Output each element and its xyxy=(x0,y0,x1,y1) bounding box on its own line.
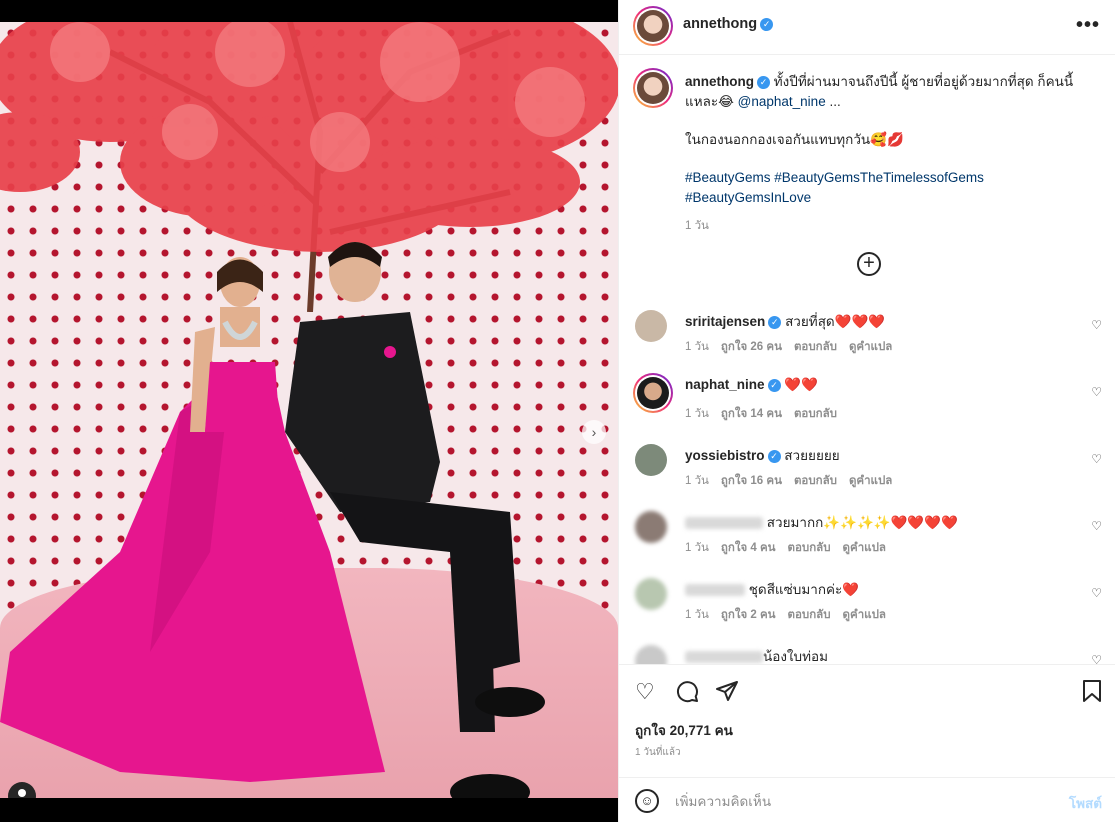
comment-time: 1 วัน xyxy=(685,475,709,487)
comment-item: yossiebistro ✓ สวยยยยย 1 วัน ถูกใจ 16 คน … xyxy=(619,438,1115,498)
comment-time: 1 วัน xyxy=(685,408,709,420)
comment-line: yossiebistro ✓ สวยยยยย xyxy=(685,444,1065,466)
comment-meta: 1 วัน ถูกใจ 14 คน ตอบกลับ xyxy=(685,405,837,423)
caption-mention-link[interactable]: @naphat_nine xyxy=(738,94,826,109)
author-avatar[interactable] xyxy=(633,6,673,46)
comment-line: ชุดสีแซ่บมากค่ะ❤️ xyxy=(685,578,1065,600)
post-age: 1 วันที่แล้ว xyxy=(635,747,681,758)
like-heart-icon[interactable]: ♡ xyxy=(635,679,661,705)
comment-time: 1 วัน xyxy=(685,542,709,554)
comment-like-heart-icon[interactable]: ♡ xyxy=(1091,586,1102,600)
woman-figure xyxy=(190,257,280,432)
verified-badge-icon: ✓ xyxy=(760,17,774,31)
man-figure xyxy=(285,242,545,798)
caption-author-avatar[interactable] xyxy=(633,68,673,108)
caption-text-2: ในกองนอกกองเจอกันแทบทุกวัน🥰💋 xyxy=(685,132,904,147)
comment-like-heart-icon[interactable]: ♡ xyxy=(1091,519,1102,533)
comment-item: sriritajensen ✓ สวยที่สุด❤️❤️❤️ 1 วัน ถูก… xyxy=(619,304,1115,364)
author-username-text[interactable]: annethong xyxy=(683,16,757,32)
reply-button[interactable]: ตอบกลับ xyxy=(788,606,831,624)
redacted-username[interactable] xyxy=(685,517,763,530)
likes-count[interactable]: ถูกใจ 20,771 คน xyxy=(635,719,733,741)
post-side-panel: annethong ✓ ••• annethong ✓ ทั้งปีที่ผ่านม… xyxy=(618,0,1115,822)
comment-like-heart-icon[interactable]: ♡ xyxy=(1091,452,1102,466)
comment-likes[interactable]: ถูกใจ 2 คน xyxy=(721,606,776,624)
redacted-username[interactable] xyxy=(685,584,745,597)
user-icon xyxy=(18,789,26,797)
comment-line: น้องใบท่อม xyxy=(685,645,1065,664)
comment-text: ชุดสีแซ่บมากค่ะ❤️ xyxy=(748,582,860,597)
comment-likes[interactable]: ถูกใจ 16 คน xyxy=(721,472,782,490)
comment-item: น้องใบท่อม ♡ xyxy=(619,639,1115,664)
comment-text: สวยมากก✨✨✨✨❤️❤️❤️❤️ xyxy=(766,515,958,530)
comment-item: สวยมากก✨✨✨✨❤️❤️❤️❤️ 1 วัน ถูกใจ 4 คน ตอบ… xyxy=(619,505,1115,565)
comment-item: ชุดสีแซ่บมากค่ะ❤️ 1 วัน ถูกใจ 2 คน ตอบกล… xyxy=(619,572,1115,632)
translate-button[interactable]: ดูคำแปล xyxy=(843,606,886,624)
comment-meta: 1 วัน ถูกใจ 2 คน ตอบกลับ ดูคำแปล xyxy=(685,606,886,624)
commenter-avatar[interactable] xyxy=(633,373,673,413)
reply-button[interactable]: ตอบกลับ xyxy=(788,539,831,557)
comment-likes[interactable]: ถูกใจ 4 คน xyxy=(721,539,776,557)
commenter-username[interactable]: yossiebistro xyxy=(685,448,765,463)
post-caption: annethong ✓ ทั้งปีที่ผ่านมาจนถึงปีนี้ ผู้… xyxy=(685,72,1100,236)
more-options-icon[interactable]: ••• xyxy=(1076,14,1100,37)
load-more-comments-button[interactable]: + xyxy=(857,252,881,276)
verified-badge-icon: ✓ xyxy=(767,449,781,463)
verified-badge-icon: ✓ xyxy=(757,75,770,89)
post-actions: ♡ ถูกใจ 20,771 คน 1 วันที่แล้ว xyxy=(619,664,1115,774)
comment-time: 1 วัน xyxy=(685,609,709,621)
reply-button[interactable]: ตอบกลับ xyxy=(794,405,837,423)
post-photo: › xyxy=(0,22,618,798)
verified-badge-icon: ✓ xyxy=(767,378,781,392)
tagged-users-button[interactable] xyxy=(8,782,36,798)
comment-bubble-icon[interactable] xyxy=(675,679,701,705)
author-username[interactable]: annethong ✓ xyxy=(683,16,774,32)
reply-button[interactable]: ตอบกลับ xyxy=(794,472,837,490)
emoji-icon[interactable]: ☺ xyxy=(635,789,659,813)
add-comment-bar: ☺ โพสต์ xyxy=(619,777,1115,822)
commenter-avatar[interactable] xyxy=(635,310,667,342)
translate-button[interactable]: ดูคำแปล xyxy=(849,338,892,356)
translate-button[interactable]: ดูคำแปล xyxy=(849,472,892,490)
comment-text: น้องใบท่อม xyxy=(763,649,828,664)
comment-text: สวยที่สุด❤️❤️❤️ xyxy=(785,314,886,329)
redacted-username[interactable] xyxy=(685,651,763,664)
share-plane-icon[interactable] xyxy=(715,679,741,705)
comment-text: สวยยยยย xyxy=(784,448,840,463)
caption-more[interactable]: ... xyxy=(829,94,840,109)
save-bookmark-icon[interactable] xyxy=(1081,679,1107,705)
caption-username[interactable]: annethong xyxy=(685,74,754,89)
commenter-username[interactable]: naphat_nine xyxy=(685,377,765,392)
comment-meta: 1 วัน ถูกใจ 26 คน ตอบกลับ ดูคำแปล xyxy=(685,338,892,356)
comment-like-heart-icon[interactable]: ♡ xyxy=(1091,653,1102,664)
post-comment-button[interactable]: โพสต์ xyxy=(1069,792,1102,814)
caption-hashtags[interactable]: #BeautyGems #BeautyGemsTheTimelessofGems… xyxy=(685,168,1100,208)
translate-button[interactable]: ดูคำแปล xyxy=(843,539,886,557)
comment-meta: 1 วัน ถูกใจ 16 คน ตอบกลับ ดูคำแปล xyxy=(685,472,892,490)
commenter-avatar[interactable] xyxy=(635,511,667,543)
comment-line: sriritajensen ✓ สวยที่สุด❤️❤️❤️ xyxy=(685,310,1065,332)
post-media[interactable]: › xyxy=(0,0,618,822)
commenter-avatar[interactable] xyxy=(635,645,667,664)
comment-text: ❤️❤️ xyxy=(784,377,818,392)
comment-input[interactable] xyxy=(675,790,1035,812)
commenter-avatar[interactable] xyxy=(635,444,667,476)
comment-likes[interactable]: ถูกใจ 26 คน xyxy=(721,338,782,356)
comment-likes[interactable]: ถูกใจ 14 คน xyxy=(721,405,782,423)
comment-line: สวยมากก✨✨✨✨❤️❤️❤️❤️ xyxy=(685,511,1065,533)
comment-time: 1 วัน xyxy=(685,341,709,353)
comment-like-heart-icon[interactable]: ♡ xyxy=(1091,385,1102,399)
comment-meta: 1 วัน ถูกใจ 4 คน ตอบกลับ ดูคำแปล xyxy=(685,539,886,557)
carousel-next-button[interactable]: › xyxy=(582,420,606,444)
commenter-avatar[interactable] xyxy=(635,578,667,610)
caption-time: 1 วัน xyxy=(685,220,709,232)
post-header: annethong ✓ ••• xyxy=(619,0,1115,55)
commenter-username[interactable]: sriritajensen xyxy=(685,314,765,329)
verified-badge-icon: ✓ xyxy=(768,315,782,329)
reply-button[interactable]: ตอบกลับ xyxy=(794,338,837,356)
comment-like-heart-icon[interactable]: ♡ xyxy=(1091,318,1102,332)
comments-list[interactable]: sriritajensen ✓ สวยที่สุด❤️❤️❤️ 1 วัน ถูก… xyxy=(619,300,1115,664)
comment-item: naphat_nine ✓ ❤️❤️ 1 วัน ถูกใจ 14 คน ตอบก… xyxy=(619,371,1115,431)
comment-line: naphat_nine ✓ ❤️❤️ xyxy=(685,377,1065,393)
